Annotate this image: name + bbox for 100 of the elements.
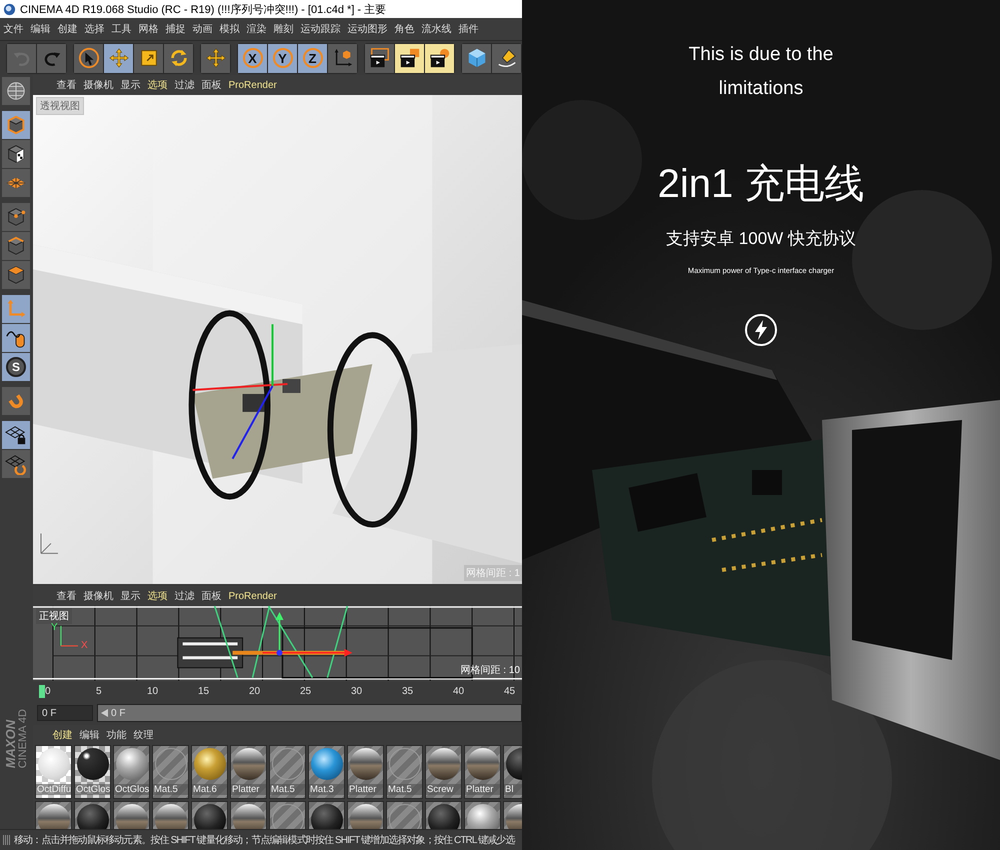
menu-item[interactable]: 模拟 (216, 22, 243, 36)
window-title: CINEMA 4D R19.068 Studio (RC - R19) (!!!序列号冲突!!!) - [01.c4d *] - 主要 (20, 2, 386, 16)
menu-item[interactable]: ProRender (225, 590, 280, 602)
polygons-button[interactable] (2, 261, 30, 289)
material-swatch[interactable]: Platter (347, 745, 384, 799)
menu-item[interactable]: 查看 (53, 589, 80, 604)
menu-item[interactable]: 面板 (198, 78, 225, 92)
menu-item[interactable]: 编辑 (27, 22, 54, 36)
sphere-icon (194, 804, 226, 829)
frame-tick: 15 (198, 686, 210, 696)
frame-field[interactable]: 0 F (37, 705, 93, 721)
render-settings-button[interactable] (425, 44, 454, 72)
render-button[interactable] (395, 44, 424, 72)
menu-item[interactable]: 角色 (391, 22, 418, 36)
playhead[interactable] (39, 684, 45, 698)
grid-refresh-button[interactable] (2, 450, 30, 478)
menu-item[interactable]: 过滤 (171, 78, 198, 92)
sphere-icon (466, 748, 498, 780)
sphere-icon (232, 804, 264, 829)
menu-item[interactable]: 选项 (144, 78, 171, 92)
edges-button[interactable] (2, 232, 30, 260)
frame-range-slider[interactable]: 0 F (98, 705, 521, 721)
menu-item[interactable]: 显示 (117, 78, 144, 92)
redo-button[interactable] (37, 44, 66, 72)
menu-item[interactable]: 捕捉 (162, 22, 189, 36)
menu-item[interactable]: 过滤 (171, 589, 198, 604)
menu-item[interactable]: 运动跟踪 (297, 22, 344, 36)
globe-button[interactable] (2, 77, 30, 105)
material-swatch[interactable]: Platter (464, 745, 501, 799)
coord-button[interactable] (328, 44, 357, 72)
grid-lock-button[interactable] (2, 421, 30, 449)
pen-button[interactable] (492, 44, 521, 72)
material-swatch[interactable]: Mat.5 (152, 745, 189, 799)
scale-button[interactable] (134, 44, 163, 72)
menu-item[interactable]: 面板 (198, 589, 225, 604)
sphere-icon (428, 748, 460, 780)
menu-item[interactable]: 流水线 (418, 22, 455, 36)
brand-logo: MAXON (4, 718, 17, 768)
sphere-icon (76, 804, 108, 829)
menu-item[interactable]: 动画 (189, 22, 216, 36)
sphere-icon (38, 748, 70, 780)
material-swatch[interactable]: Platter (230, 745, 267, 799)
material-swatch[interactable]: Mat.5 (269, 745, 306, 799)
axis-button[interactable]: X (238, 44, 267, 72)
menu-item[interactable]: 工具 (108, 22, 135, 36)
sphere-icon (76, 748, 108, 780)
material-swatch[interactable]: Mat.5 (386, 745, 423, 799)
clapperboard-icon (398, 47, 420, 69)
menu-item[interactable]: 雕刻 (270, 22, 297, 36)
move-icon (204, 47, 226, 69)
menu-item[interactable]: 摄像机 (80, 589, 117, 604)
sphere-icon (154, 748, 186, 780)
menu-item[interactable]: 摄像机 (80, 78, 117, 92)
material-swatch[interactable]: Mat.6 (191, 745, 228, 799)
view-label: 透视视图 (36, 97, 84, 115)
frame-tick: 5 (96, 686, 103, 696)
sphere-icon (350, 748, 382, 780)
sphere-icon (310, 804, 342, 829)
menu-item[interactable]: 功能 (103, 728, 130, 742)
sphere-icon (194, 748, 226, 780)
axis-button[interactable]: Z (298, 44, 327, 72)
menu-item[interactable]: 查看 (53, 78, 80, 92)
menu-item[interactable]: ProRender (225, 80, 280, 90)
menu-item[interactable]: 渲染 (243, 22, 270, 36)
menu-item[interactable]: 运动图形 (344, 22, 391, 36)
cross-button[interactable] (201, 44, 230, 72)
rotate-button[interactable] (164, 44, 193, 72)
frame-tick: 30 (351, 686, 364, 696)
menu-item[interactable]: 创建 (49, 728, 76, 742)
menu-item[interactable]: 文件 (0, 22, 27, 36)
frame-tick: 45 (504, 686, 516, 696)
texture-button[interactable] (2, 140, 30, 168)
select-button[interactable] (74, 44, 103, 72)
menu-item[interactable]: 编辑 (76, 728, 103, 742)
material-swatch[interactable]: OctGlos (74, 745, 111, 799)
menu-item[interactable]: 选项 (144, 589, 171, 604)
workplane-button[interactable] (2, 169, 30, 197)
menu-item[interactable]: 显示 (117, 589, 144, 604)
tweak-button[interactable] (2, 324, 30, 352)
menu-item[interactable]: 网格 (135, 22, 162, 36)
cube-button[interactable] (462, 44, 491, 72)
range-value: 0 F (111, 708, 126, 718)
material-swatch[interactable]: Mat.3 (308, 745, 345, 799)
menu-item[interactable]: 选择 (81, 22, 108, 36)
sphere-icon (466, 804, 498, 829)
material-swatch[interactable]: Screw (425, 745, 462, 799)
sphere-icon (310, 748, 342, 780)
app-icon (3, 2, 16, 16)
menu-item[interactable]: 纹理 (130, 728, 157, 742)
snap-button[interactable]: S (2, 353, 30, 381)
material-swatch[interactable]: Bl (503, 745, 522, 799)
clapperboard-icon (428, 47, 450, 69)
points-button[interactable] (2, 203, 30, 231)
material-swatch[interactable]: OctGlos (113, 745, 150, 799)
axis-button[interactable]: Y (268, 44, 297, 72)
render-view-button[interactable] (365, 44, 394, 72)
magnet-button[interactable] (2, 387, 30, 415)
menu-item[interactable]: 创建 (54, 22, 81, 36)
menu-item[interactable]: 插件 (455, 22, 482, 36)
move-button[interactable] (104, 44, 133, 72)
